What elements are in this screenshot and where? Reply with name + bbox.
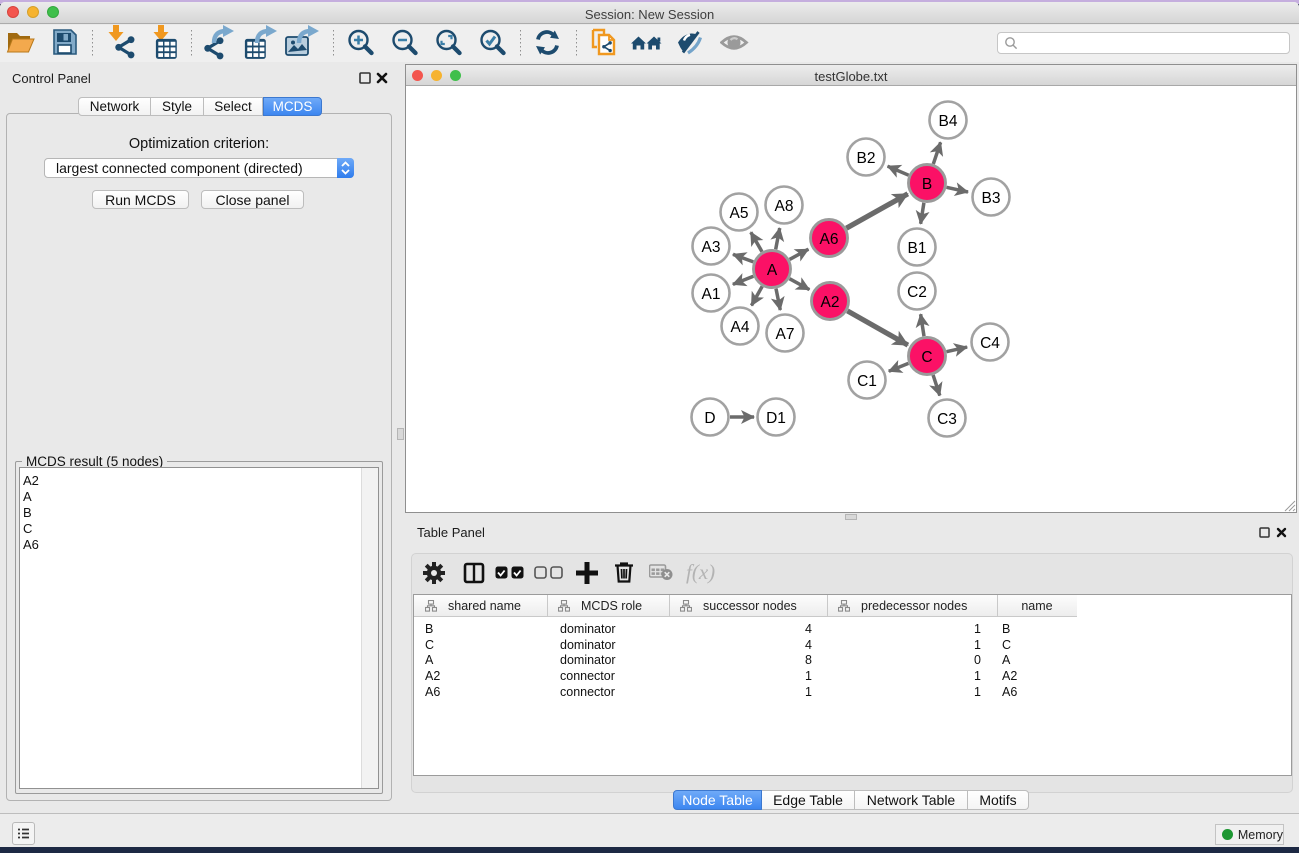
svg-text:A3: A3 — [702, 239, 721, 256]
svg-text:A2: A2 — [821, 294, 840, 311]
svg-text:A5: A5 — [730, 205, 749, 222]
svg-text:B4: B4 — [939, 113, 958, 130]
svg-text:D1: D1 — [766, 410, 786, 427]
svg-text:D: D — [704, 410, 715, 427]
svg-text:A7: A7 — [776, 326, 795, 343]
svg-text:B: B — [922, 176, 932, 193]
svg-text:A4: A4 — [731, 319, 750, 336]
svg-text:C3: C3 — [937, 411, 957, 428]
svg-text:B3: B3 — [982, 190, 1001, 207]
svg-text:C4: C4 — [980, 335, 1000, 352]
svg-text:C1: C1 — [857, 373, 877, 390]
svg-text:B1: B1 — [908, 240, 927, 257]
svg-text:A: A — [767, 262, 778, 279]
svg-text:C: C — [921, 349, 932, 366]
svg-text:A6: A6 — [820, 231, 839, 248]
svg-text:B2: B2 — [857, 150, 876, 167]
svg-text:A8: A8 — [775, 198, 794, 215]
svg-text:C2: C2 — [907, 284, 927, 301]
svg-text:A1: A1 — [702, 286, 721, 303]
